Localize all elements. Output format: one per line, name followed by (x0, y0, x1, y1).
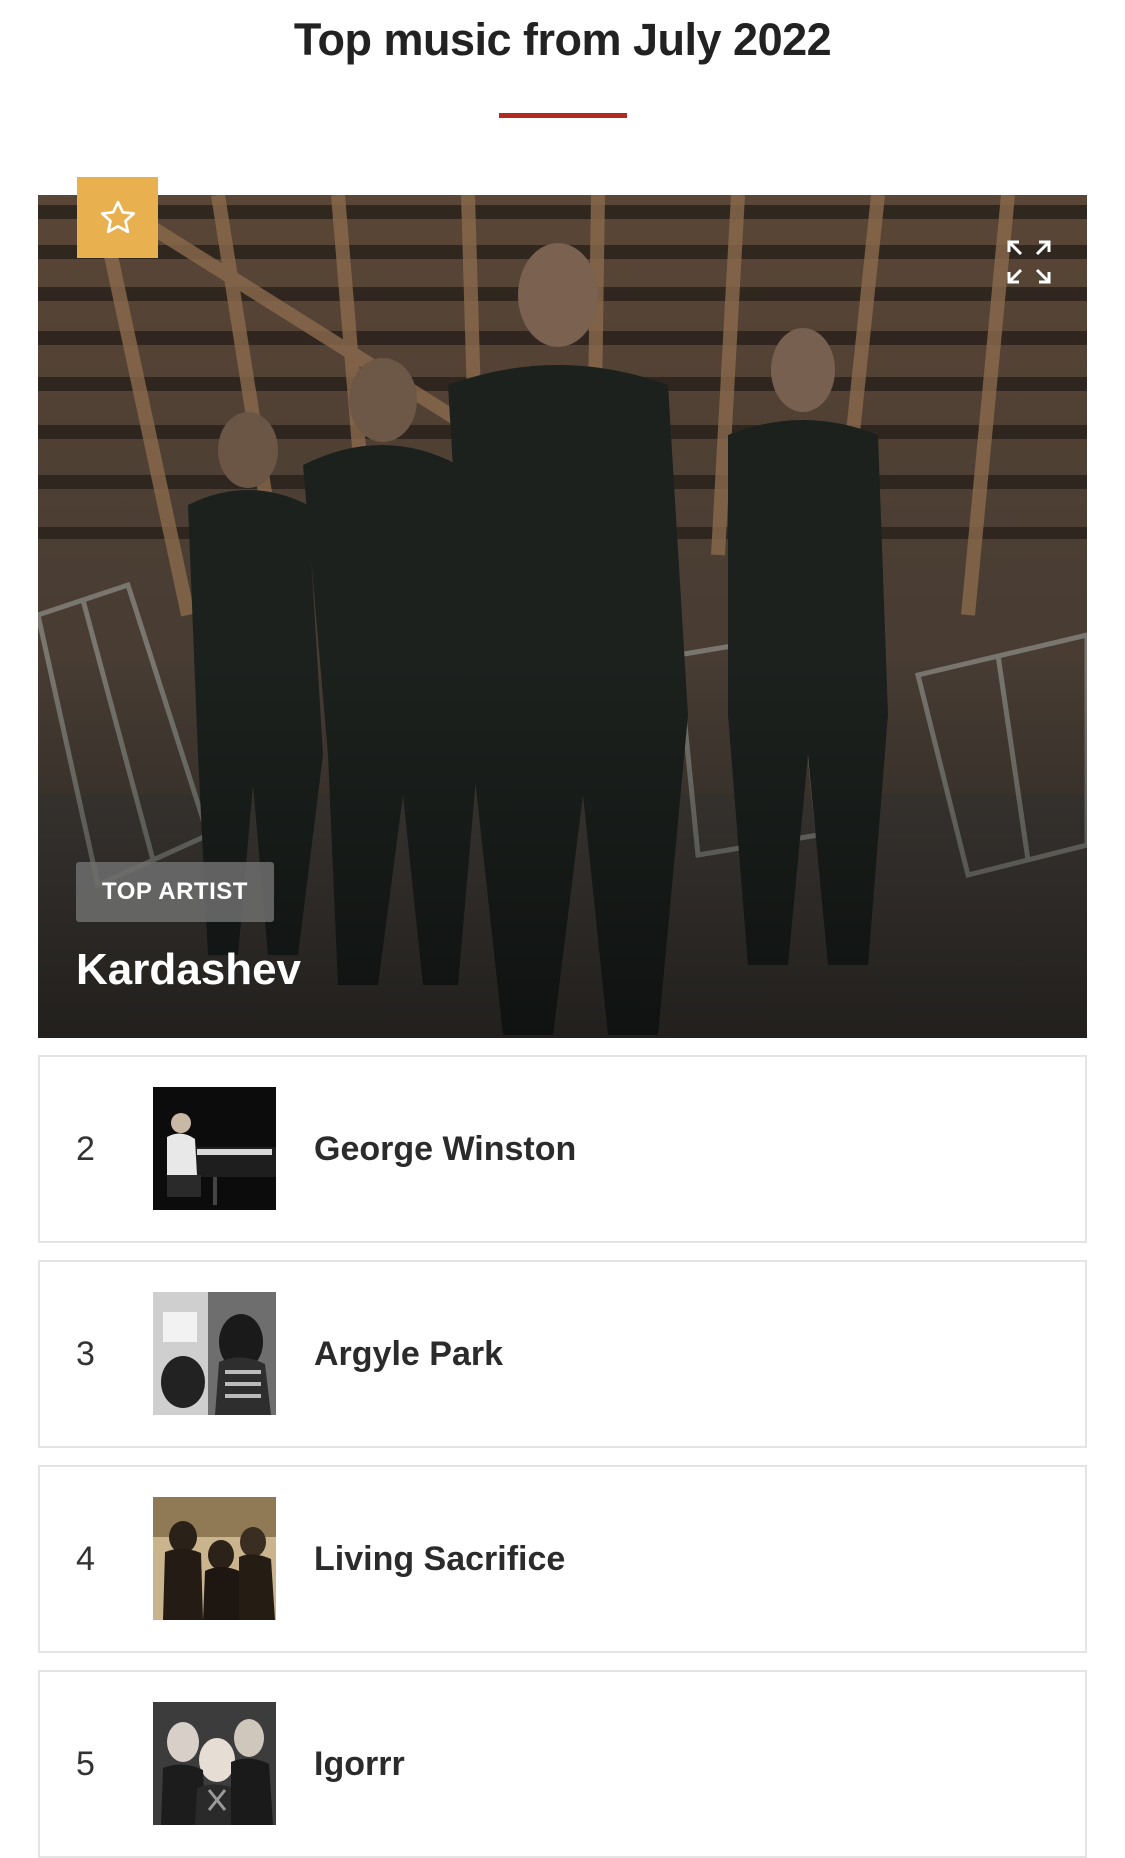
artist-thumbnail (153, 1087, 276, 1210)
artist-name: Argyle Park (314, 1335, 503, 1373)
artist-thumbnail (153, 1702, 276, 1825)
rank-number: 2 (76, 1130, 95, 1168)
artist-name: George Winston (314, 1130, 577, 1168)
top-artist-name[interactable]: Kardashev (76, 945, 301, 995)
list-item[interactable]: 5 Igorrr (38, 1670, 1087, 1858)
expand-icon[interactable] (1007, 240, 1051, 284)
page-title: Top music from July 2022 (293, 14, 832, 65)
artist-thumbnail (153, 1497, 276, 1620)
artist-thumbnail (153, 1292, 276, 1415)
featured-artist-card[interactable]: TOP ARTIST Kardashev (38, 195, 1087, 1038)
rank-number: 3 (76, 1335, 95, 1373)
list-item[interactable]: 3 Argyle Park (38, 1260, 1087, 1448)
title-underline (499, 113, 627, 118)
top-artist-badge: TOP ARTIST (76, 862, 274, 922)
star-icon[interactable] (77, 177, 158, 258)
list-item[interactable]: 2 George Winston (38, 1055, 1087, 1243)
artist-name: Living Sacrifice (314, 1540, 566, 1578)
list-item[interactable]: 4 Living Sacrifice (38, 1465, 1087, 1653)
rank-number: 5 (76, 1745, 95, 1783)
artist-name: Igorrr (314, 1745, 405, 1783)
rank-number: 4 (76, 1540, 95, 1578)
